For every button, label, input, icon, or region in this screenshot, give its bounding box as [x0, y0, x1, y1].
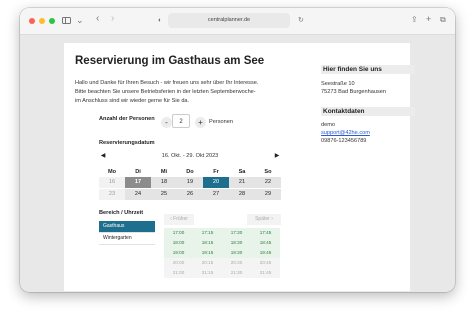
calendar-day[interactable]: 26 — [177, 189, 203, 200]
weekday-header: Fr — [213, 169, 219, 175]
forward-icon[interactable]: › — [111, 14, 114, 24]
browser-toolbar: ⌄ ‹ › ◐ centralplanner.de ↻ ⇪ + ⧉ — [20, 8, 455, 35]
later-button[interactable]: Später › — [247, 214, 281, 225]
sidebar-toggle-icon[interactable] — [62, 17, 71, 24]
time-slot-unavailable: 21:00 — [164, 268, 193, 278]
area-item-gasthaus[interactable]: Gasthaus — [99, 221, 155, 233]
persons-increment-button[interactable]: + — [195, 117, 206, 128]
shield-icon[interactable]: ◐ — [158, 16, 162, 26]
weekday-header: Di — [135, 169, 141, 175]
persons-decrement-button[interactable]: - — [161, 117, 172, 128]
reload-icon[interactable]: ↻ — [298, 16, 304, 26]
minimize-window-button[interactable] — [39, 18, 45, 24]
time-slot[interactable]: 18:00 — [164, 238, 193, 248]
persons-input[interactable]: 2 — [172, 114, 190, 128]
web-page: Reservierung im Gasthaus am See Hallo un… — [64, 43, 415, 291]
time-slot[interactable]: 17:45 — [251, 228, 280, 238]
calendar-header: 16. Okt. - 29. Okt 2023 ◀ ▶ — [99, 151, 281, 161]
intro-line: Bitte beachten Sie unsere Betriebsferien… — [75, 89, 256, 95]
earlier-button[interactable]: ‹ Früher — [164, 214, 194, 225]
area-time-label: Bereich / Uhrzeit — [99, 210, 144, 216]
calendar-day[interactable]: 22 — [255, 177, 281, 188]
calendar-day: 16 — [99, 177, 125, 188]
page-title: Reservierung im Gasthaus am See — [75, 55, 265, 67]
time-slot-grid: 17:00 17:15 17:30 17:45 18:00 18:15 18:3… — [164, 228, 281, 278]
calendar-day[interactable]: 19 — [177, 177, 203, 188]
time-slot[interactable]: 17:30 — [222, 228, 251, 238]
time-slot[interactable]: 18:30 — [222, 238, 251, 248]
contact-name: demo — [321, 122, 335, 128]
calendar-day[interactable]: 29 — [255, 189, 281, 200]
calendar-day[interactable]: 25 — [151, 189, 177, 200]
time-slot-unavailable: 20:45 — [251, 258, 280, 268]
calendar-range: 16. Okt. - 29. Okt 2023 — [161, 153, 219, 159]
time-slot[interactable]: 19:00 — [164, 248, 193, 258]
area-item-wintergarten[interactable]: Wintergarten — [99, 233, 155, 245]
calendar-day: 23 — [99, 189, 125, 200]
share-icon[interactable]: ⇪ — [411, 15, 418, 25]
contact-heading: Kontaktdaten — [321, 107, 415, 116]
close-window-button[interactable] — [29, 18, 35, 24]
time-slot[interactable]: 18:15 — [193, 238, 222, 248]
calendar-day-selected[interactable]: 20 — [203, 177, 229, 188]
time-slot-unavailable: 21:15 — [193, 268, 222, 278]
calendar-day[interactable]: 27 — [203, 189, 229, 200]
calendar-day[interactable]: 18 — [151, 177, 177, 188]
persons-unit-label: Personen — [209, 119, 233, 125]
intro-text: Hallo und Danke für Ihren Besuch - wir f… — [75, 79, 280, 106]
time-slot[interactable]: 18:45 — [251, 238, 280, 248]
intro-line: im Anschluss sind wir wieder gerne für S… — [75, 98, 190, 104]
browser-window: ⌄ ‹ › ◐ centralplanner.de ↻ ⇪ + ⧉ Reserv… — [20, 8, 455, 292]
time-slot[interactable]: 19:30 — [222, 248, 251, 258]
address-text: centralplanner.de — [207, 17, 251, 23]
back-icon[interactable]: ‹ — [96, 14, 99, 24]
calendar-grid: Mo Di Mi Do Fr Sa So 16 17 18 19 20 21 2… — [99, 167, 281, 201]
calendar-day[interactable]: 24 — [125, 189, 151, 200]
chevron-down-icon[interactable]: ⌄ — [76, 15, 84, 25]
find-us-heading: Hier finden Sie uns — [321, 65, 415, 74]
next-week-icon[interactable]: ▶ — [273, 151, 281, 161]
new-tab-icon[interactable]: + — [426, 14, 431, 24]
calendar-day[interactable]: 21 — [229, 177, 255, 188]
address-line-1: Seestraße 10 — [321, 81, 355, 87]
calendar-day-today[interactable]: 17 — [125, 177, 151, 188]
contact-email-link[interactable]: support@42he.com — [321, 129, 370, 137]
time-slot[interactable]: 19:15 — [193, 248, 222, 258]
address-bar[interactable]: centralplanner.de — [168, 13, 290, 28]
weekday-header: Do — [186, 169, 194, 175]
time-slot[interactable]: 17:15 — [193, 228, 222, 238]
weekday-header: Sa — [238, 169, 246, 175]
zoom-window-button[interactable] — [49, 18, 55, 24]
date-label: Reservierungsdatum — [99, 140, 155, 146]
time-slot-unavailable: 20:30 — [222, 258, 251, 268]
address-line-2: 75273 Bad Burgenhausen — [321, 89, 387, 95]
tab-overview-icon[interactable]: ⧉ — [440, 15, 446, 25]
time-slot-unavailable: 21:45 — [251, 268, 280, 278]
time-slot-unavailable: 20:00 — [164, 258, 193, 268]
persons-label: Anzahl der Personen — [99, 116, 155, 122]
time-slot-unavailable: 21:30 — [222, 268, 251, 278]
time-slot[interactable]: 19:45 — [251, 248, 280, 258]
time-slot-unavailable: 20:15 — [193, 258, 222, 268]
intro-line: Hallo und Danke für Ihren Besuch - wir f… — [75, 80, 259, 86]
area-list: Gasthaus Wintergarten — [99, 221, 155, 245]
weekday-header: Mi — [160, 169, 168, 175]
calendar-day[interactable]: 28 — [229, 189, 255, 200]
weekday-header: Mo — [107, 169, 117, 175]
previous-week-icon[interactable]: ◀ — [99, 151, 107, 161]
time-slot[interactable]: 17:00 — [164, 228, 193, 238]
contact-phone: 09876-123456789 — [321, 138, 367, 144]
weekday-header: So — [264, 169, 272, 175]
